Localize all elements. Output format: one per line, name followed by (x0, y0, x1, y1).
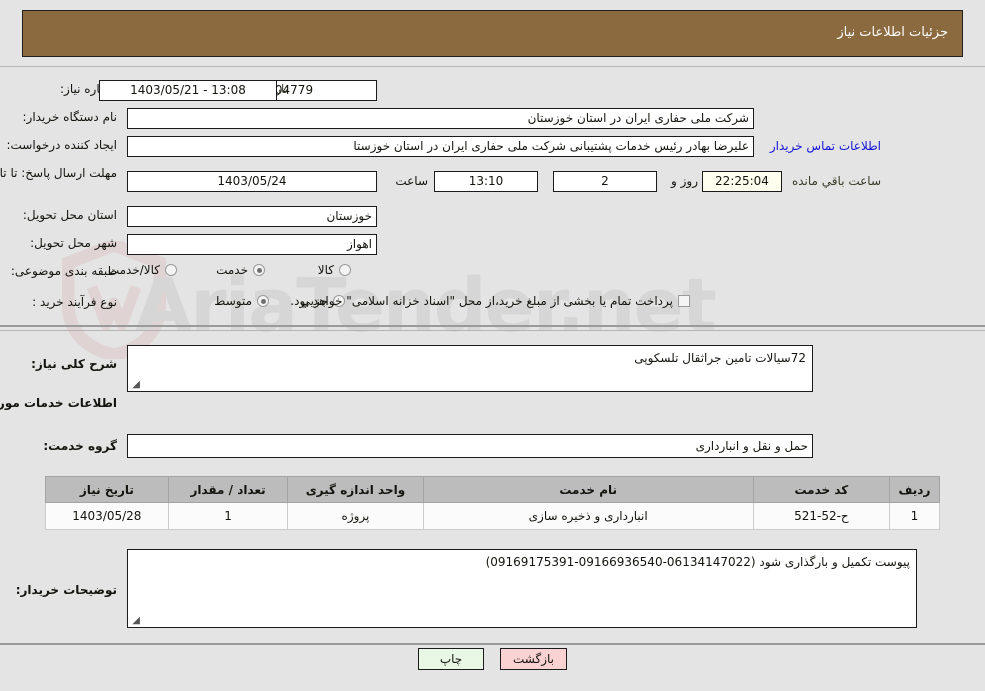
column-header-row: ردیف (888, 476, 941, 503)
column-header-quantity: تعداد / مقدار (167, 476, 289, 503)
deadline-date-field[interactable]: 1403/05/24 (127, 171, 377, 192)
delivery-province-label: استان محل تحویل: (22, 208, 117, 222)
deadline-label: مهلت ارسال پاسخ: تا تاریخ: (0, 166, 117, 180)
request-creator-field[interactable]: علیرضا بهادر رئیس خدمات پشتیبانی شرکت مل… (127, 136, 754, 157)
delivery-province-label-wrap: استان محل تحویل: (23, 208, 117, 222)
deadline-time-label: ساعت (395, 174, 428, 188)
service-group-field[interactable]: حمل و نقل و انبارداری (127, 434, 813, 458)
subject-category-label-wrap: طبقه بندی موضوعی: (11, 264, 117, 278)
column-header-unit: واحد اندازه گیری (287, 476, 424, 503)
deadline-time-field[interactable]: 13:10 (434, 171, 538, 192)
announce-datetime-field[interactable]: 1403/05/21 - 13:08 (99, 80, 277, 101)
deadline-countdown-field: 22:25:04 (702, 171, 782, 192)
purchase-process-option-medium[interactable]: متوسط (214, 294, 269, 308)
cell-need-date: 1403/05/28 (45, 502, 169, 530)
subject-category-option-service[interactable]: خدمت (216, 263, 265, 277)
general-description-value: 72سیالات تامین جراثقال تلسکوپی (634, 351, 806, 365)
deadline-days-label: روز و (671, 174, 698, 188)
service-items-table: ردیف کد خدمت نام خدمت واحد اندازه گیری ت… (45, 476, 941, 530)
buyer-notes-value: پیوست تکمیل و بارگذاری شود (06134147022-… (485, 555, 910, 569)
checkbox-icon[interactable] (678, 295, 690, 307)
column-header-service-code: کد خدمت (752, 476, 890, 503)
buyer-contact-link[interactable]: اطلاعات تماس خریدار (770, 139, 881, 153)
subject-category-option-service-label: خدمت (216, 263, 248, 277)
purchase-process-label-wrap: نوع فرآیند خرید : (32, 295, 117, 309)
subject-category-label: طبقه بندی موضوعی: (10, 264, 117, 278)
treasury-bond-note: پرداخت تمام یا بخشی از مبلغ خرید،از محل … (290, 294, 673, 308)
column-header-service-name: نام خدمت (422, 476, 754, 503)
column-header-need-date: تاریخ نیاز (45, 476, 169, 503)
delivery-city-label: شهر محل تحویل: (30, 236, 117, 250)
buyer-notes-textarea[interactable]: پیوست تکمیل و بارگذاری شود (06134147022-… (127, 549, 917, 628)
table-row: 1 ح-52-521 انبارداری و ذخیره سازی پروژه … (45, 502, 941, 530)
back-button[interactable]: بازگشت (500, 648, 567, 670)
subject-category-option-goods-label: کالا (317, 263, 334, 277)
delivery-city-field[interactable]: اهواز (127, 234, 377, 255)
resize-grip-icon[interactable]: ◢ (130, 616, 140, 626)
delivery-province-field[interactable]: خوزستان (127, 206, 377, 227)
general-description-label: شرح کلی نیاز: (31, 357, 117, 371)
cell-service-code: ح-52-521 (752, 502, 890, 530)
deadline-label-wrap: مهلت ارسال پاسخ: تا تاریخ: (0, 166, 117, 180)
purchase-process-label: نوع فرآیند خرید : (32, 295, 117, 309)
radio-icon[interactable] (253, 264, 265, 276)
subject-category-option-goods[interactable]: کالا (318, 263, 351, 277)
radio-icon[interactable] (257, 295, 269, 307)
request-creator-label: ایجاد کننده درخواست: (6, 138, 117, 152)
deadline-days-field[interactable]: 2 (553, 171, 657, 192)
subject-category-option-goods-service[interactable]: کالا/خدمت (108, 263, 177, 277)
page-header: جزئیات اطلاعات نیاز (22, 10, 963, 57)
purchase-process-option-medium-label: متوسط (214, 294, 252, 308)
subject-category-option-goods-service-label: کالا/خدمت (107, 263, 160, 277)
buyer-notes-label: توضیحات خریدار: (15, 583, 117, 597)
page-title: جزئیات اطلاعات نیاز (837, 25, 948, 40)
delivery-city-label-wrap: شهر محل تحویل: (30, 236, 117, 250)
print-button[interactable]: چاپ (418, 648, 484, 670)
buyer-org-label: نام دستگاه خریدار: (22, 110, 118, 124)
radio-icon[interactable] (339, 264, 351, 276)
treasury-bond-option[interactable]: پرداخت تمام یا بخشی از مبلغ خرید،از محل … (290, 294, 690, 308)
cell-quantity: 1 (167, 502, 289, 530)
services-section-heading: اطلاعات خدمات مورد نیاز (0, 396, 117, 410)
buyer-org-label-wrap: نام دستگاه خریدار: (23, 110, 118, 124)
cell-row: 1 (888, 502, 941, 530)
resize-grip-icon[interactable]: ◢ (130, 380, 140, 390)
radio-icon[interactable] (165, 264, 177, 276)
cell-service-name: انبارداری و ذخیره سازی (422, 502, 754, 530)
need-info-panel (0, 66, 985, 327)
table-header-row: ردیف کد خدمت نام خدمت واحد اندازه گیری ت… (45, 476, 941, 503)
request-creator-label-wrap: ایجاد کننده درخواست: (6, 138, 117, 152)
buyer-org-field[interactable]: شرکت ملی حفاری ایران در استان خوزستان (127, 108, 754, 129)
footer-buttons: بازگشت چاپ (0, 648, 985, 670)
deadline-countdown-label: ساعت باقي مانده (791, 174, 881, 188)
cell-unit: پروژه (287, 502, 424, 530)
service-group-label: گروه خدمت: (43, 439, 117, 453)
general-description-textarea[interactable]: 72سیالات تامین جراثقال تلسکوپی ◢ (127, 345, 813, 392)
